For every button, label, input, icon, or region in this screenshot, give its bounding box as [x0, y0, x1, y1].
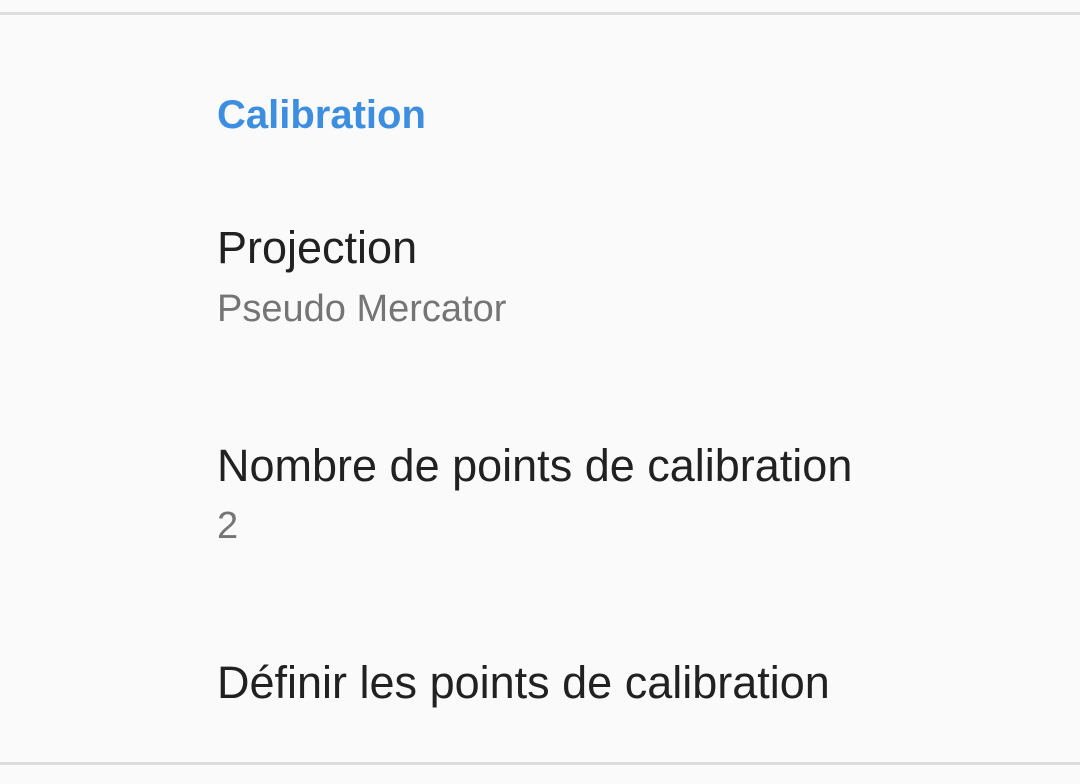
bottom-divider — [0, 762, 1080, 765]
define-calibration-points-title: Définir les points de calibration — [217, 657, 830, 708]
calibration-points-count-preference[interactable]: Nombre de points de calibration 2 — [0, 400, 1080, 600]
calibration-points-count-title: Nombre de points de calibration — [217, 440, 853, 491]
projection-value: Pseudo Mercator — [217, 288, 507, 330]
projection-preference[interactable]: Projection Pseudo Mercator — [0, 185, 1080, 380]
projection-title: Projection — [217, 222, 418, 273]
calibration-points-count-value: 2 — [217, 505, 239, 547]
category-title: Calibration — [217, 93, 426, 137]
define-calibration-points-preference[interactable]: Définir les points de calibration — [0, 615, 1080, 755]
top-divider — [0, 12, 1080, 15]
